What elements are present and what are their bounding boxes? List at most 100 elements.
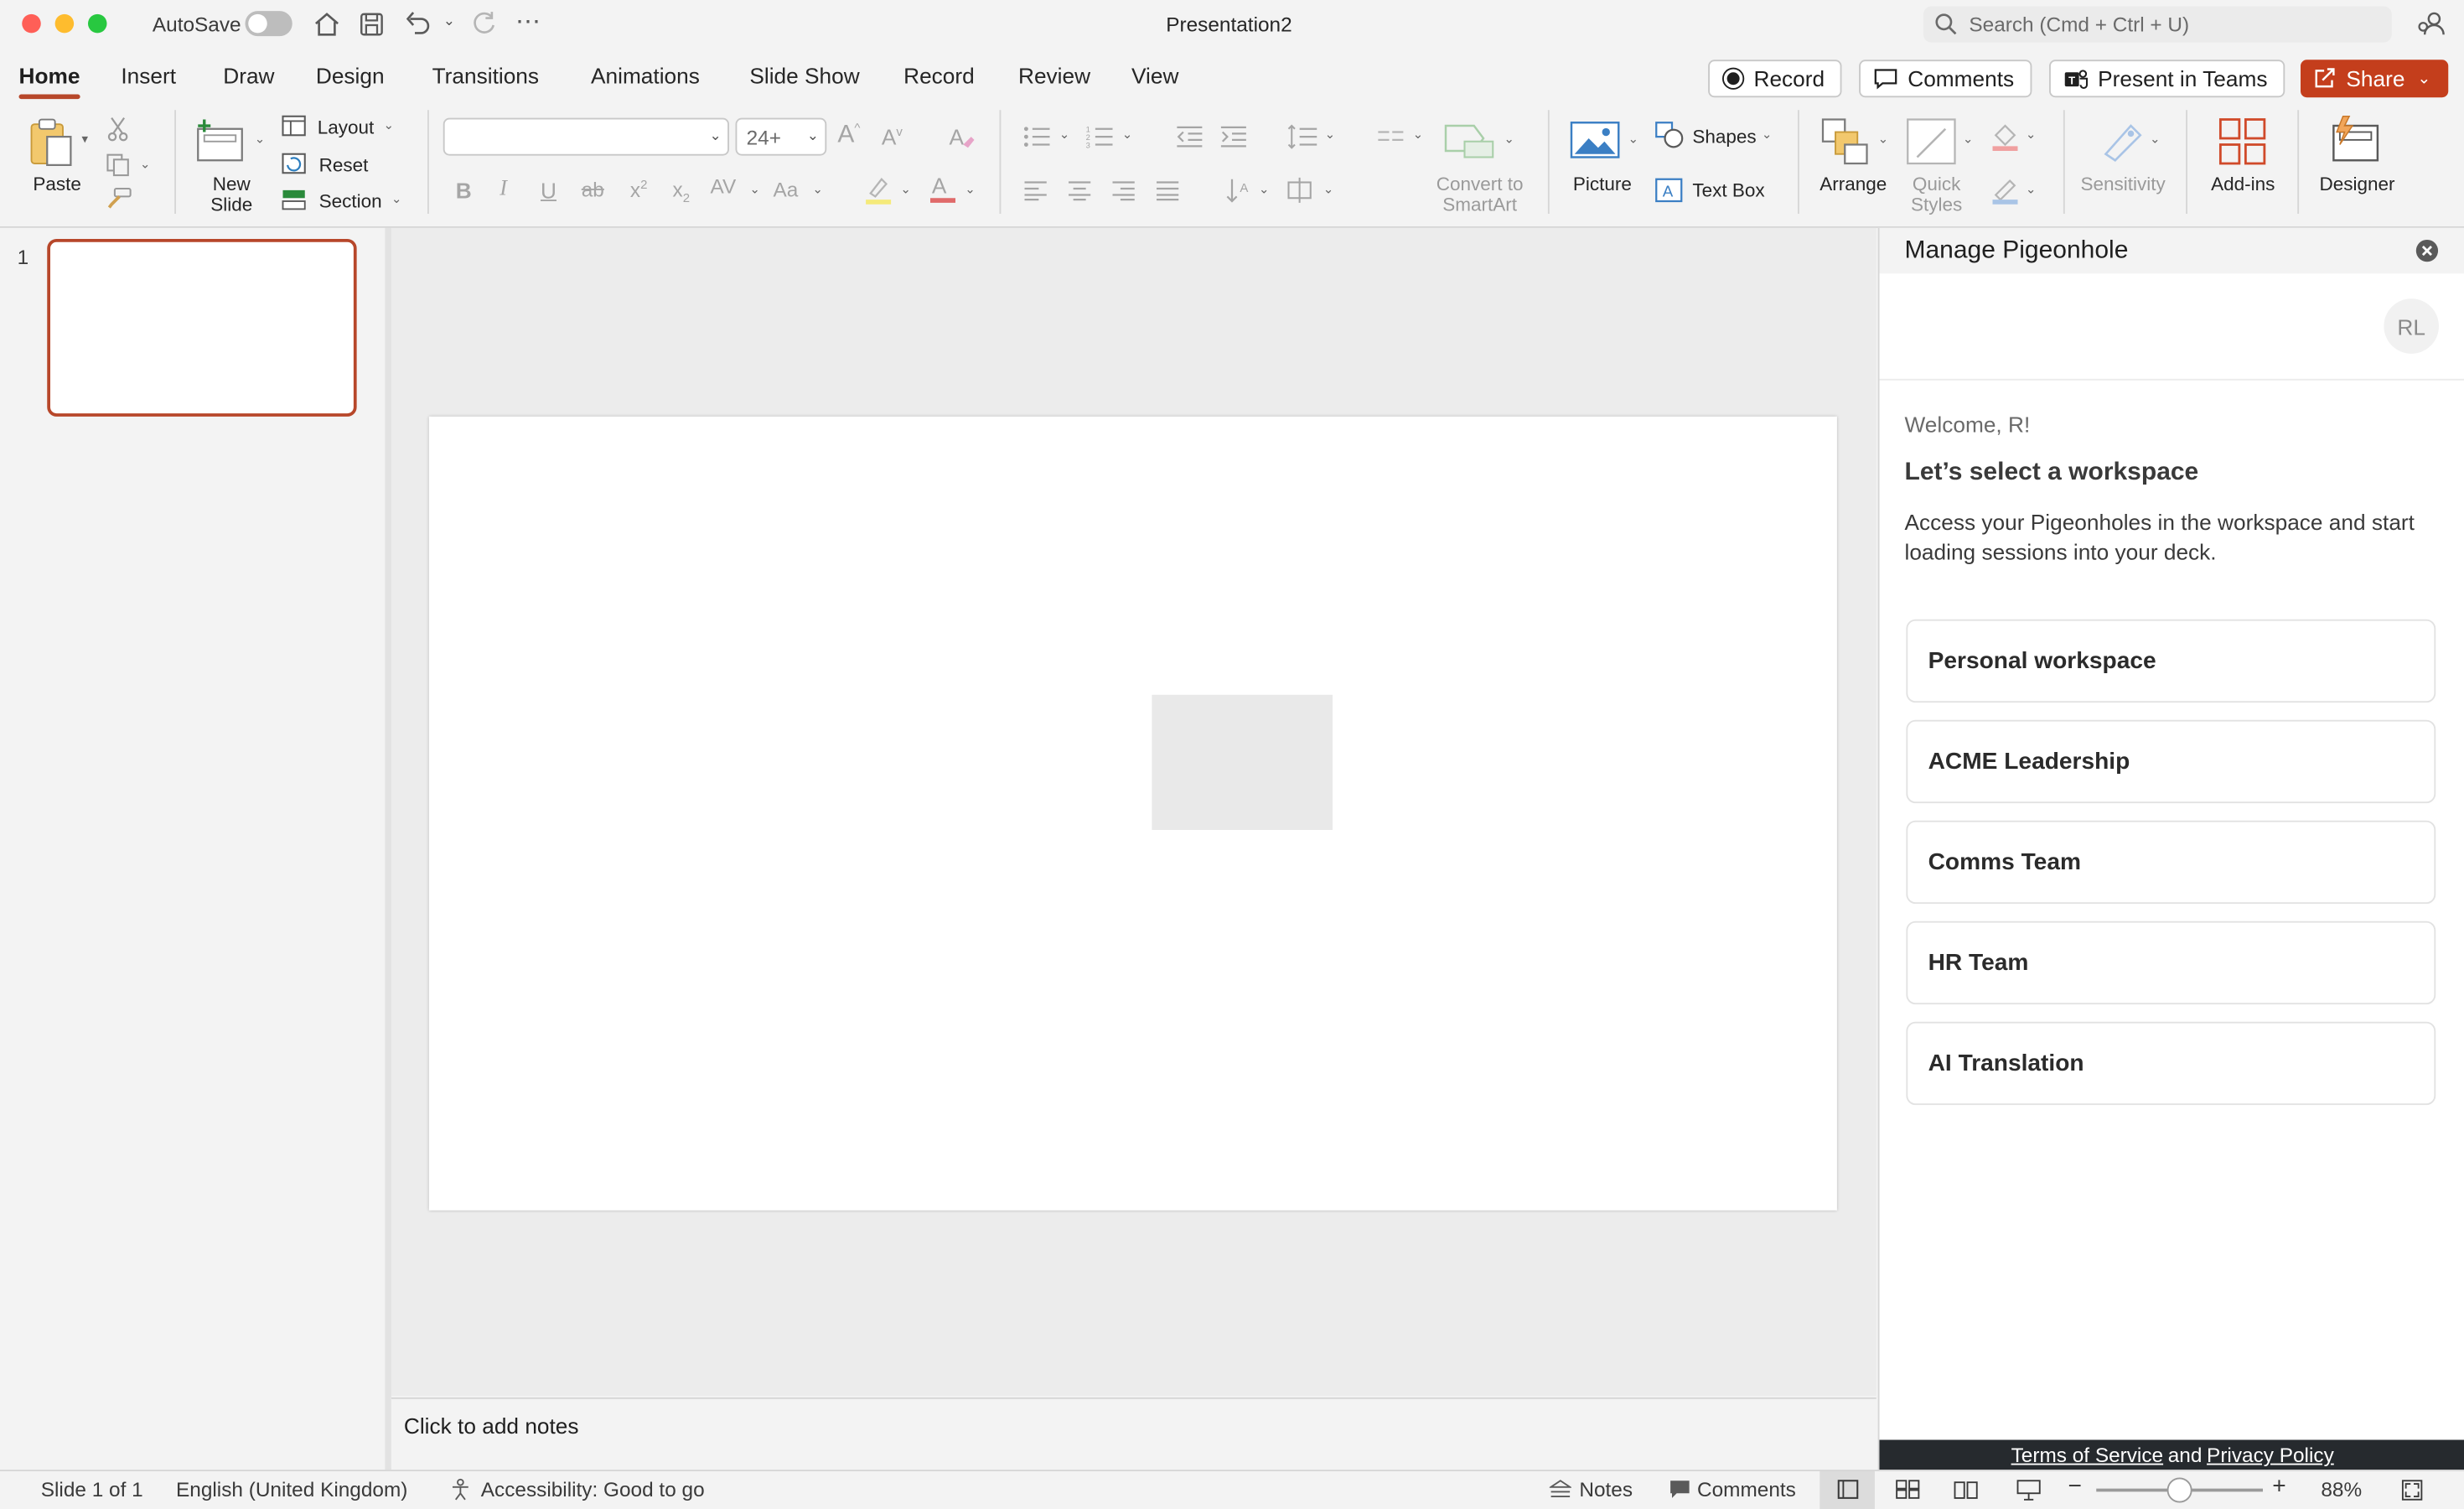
increase-font-size-icon[interactable]: A^ [837,121,860,149]
redo-icon[interactable] [470,9,499,38]
tab-animations[interactable]: Animations [591,63,700,88]
search-box[interactable]: Search (Cmd + Ctrl + U) [1923,7,2392,43]
numbering-dropdown-icon[interactable]: ⌄ [1122,127,1133,142]
zoom-in-button[interactable]: + [2272,1473,2285,1500]
character-spacing-dropdown-icon[interactable]: ⌄ [749,183,760,197]
zoom-slider-thumb[interactable] [2167,1478,2192,1503]
bullets-dropdown-icon[interactable]: ⌄ [1059,127,1070,142]
arrange-dropdown-icon[interactable]: ⌄ [1878,132,1889,147]
arrange-icon[interactable] [1820,117,1870,167]
new-slide-dropdown-icon[interactable]: ⌄ [255,132,266,147]
text-direction-dropdown-icon[interactable]: ⌄ [1259,183,1270,197]
copy-dropdown-icon[interactable]: ⌄ [140,158,151,172]
shapes-dropdown-icon[interactable]: ⌄ [1762,127,1773,142]
shapes-label[interactable]: Shapes [1692,126,1756,148]
subscript-icon[interactable]: x2 [673,178,691,205]
section-dropdown-icon[interactable]: ⌄ [391,192,402,206]
section-icon[interactable] [282,189,307,210]
normal-view-button[interactable] [1820,1471,1875,1509]
layout-icon[interactable] [282,115,307,137]
save-icon[interactable] [359,11,386,38]
zoom-out-button[interactable]: − [2068,1473,2082,1500]
share-button[interactable]: Share ⌄ [2301,60,2448,97]
home-icon[interactable] [313,11,341,38]
language-status[interactable]: English (United Kingdom) [176,1478,407,1501]
character-spacing-icon[interactable]: AV [711,174,737,198]
close-window-button[interactable] [22,14,41,34]
tab-record[interactable]: Record [903,63,975,88]
align-left-icon[interactable] [1023,179,1048,201]
avatar[interactable]: RL [2384,298,2439,354]
layout-label[interactable]: Layout [318,117,375,138]
italic-icon[interactable]: I [500,178,507,203]
close-pane-icon[interactable] [2415,239,2439,262]
workspace-item-personal[interactable]: Personal workspace [1906,620,2436,703]
bullets-icon[interactable] [1023,124,1052,149]
paste-icon[interactable] [27,117,80,170]
decrease-font-size-icon[interactable]: Av [882,124,903,149]
underline-icon[interactable]: U [541,178,556,203]
decrease-indent-icon[interactable] [1176,124,1204,149]
highlight-dropdown-icon[interactable]: ⌄ [900,183,911,197]
undo-dropdown-icon[interactable]: ⌄ [443,13,455,30]
justify-icon[interactable] [1155,179,1180,201]
record-button[interactable]: Record [1708,60,1841,97]
privacy-policy-link[interactable]: Privacy Policy [2207,1443,2334,1466]
workspace-item-comms-team[interactable]: Comms Team [1906,821,2436,904]
notes-pane[interactable]: Click to add notes [391,1398,1876,1468]
slide-thumbnail[interactable] [47,239,356,417]
tab-design[interactable]: Design [316,63,385,88]
workspace-item-acme-leadership[interactable]: ACME Leadership [1906,720,2436,803]
quick-styles-dropdown-icon[interactable]: ⌄ [1963,132,1974,147]
designer-icon[interactable] [2327,113,2384,167]
minimize-window-button[interactable] [55,14,75,34]
zoom-slider[interactable] [2096,1489,2263,1492]
workspace-item-hr-team[interactable]: HR Team [1906,921,2436,1004]
tab-slide-show[interactable]: Slide Show [749,63,859,88]
workspace-item-ai-translation[interactable]: AI Translation [1906,1022,2436,1105]
shapes-icon[interactable] [1654,121,1686,149]
align-right-icon[interactable] [1111,179,1136,201]
slide-show-view-icon[interactable] [2016,1479,2042,1501]
shape-outline-icon[interactable] [1990,174,2021,206]
comments-toggle[interactable]: Comments [1697,1478,1796,1501]
tab-insert[interactable]: Insert [121,63,176,88]
picture-dropdown-icon[interactable]: ⌄ [1628,132,1639,147]
tab-transitions[interactable]: Transitions [432,63,539,88]
layout-dropdown-icon[interactable]: ⌄ [384,118,395,132]
maximize-window-button[interactable] [88,14,107,34]
increase-indent-icon[interactable] [1219,124,1248,149]
convert-smartart-dropdown-icon[interactable]: ⌄ [1504,132,1514,147]
add-ins-icon[interactable] [2218,117,2268,167]
slide-sorter-view-icon[interactable] [1895,1479,1920,1499]
section-label[interactable]: Section [319,190,382,212]
shape-fill-dropdown-icon[interactable]: ⌄ [2026,127,2037,142]
new-slide-icon[interactable] [195,117,249,163]
quick-styles-icon[interactable] [1905,117,1959,167]
sensitivity-dropdown-icon[interactable]: ⌄ [2150,132,2161,147]
text-box-icon[interactable]: A [1654,178,1683,203]
picture-icon[interactable] [1570,120,1620,161]
comments-button[interactable]: Comments [1859,60,2032,97]
convert-smartart-icon[interactable] [1442,120,1496,164]
notes-toggle[interactable]: Notes [1579,1478,1633,1501]
text-direction-icon[interactable]: A [1224,176,1256,205]
change-case-dropdown-icon[interactable]: ⌄ [812,183,823,197]
paste-dropdown-icon[interactable]: ▾ [82,132,89,147]
cut-icon[interactable] [107,117,129,142]
columns-dropdown-icon[interactable]: ⌄ [1413,127,1424,142]
reset-label[interactable]: Reset [319,154,369,176]
accessibility-status[interactable]: Accessibility: Good to go [481,1478,705,1501]
columns-icon[interactable] [1377,127,1405,147]
slide-canvas[interactable] [429,417,1837,1211]
more-options-icon[interactable]: ⋯ [515,7,542,39]
align-center-icon[interactable] [1067,179,1092,201]
align-text-icon[interactable] [1286,176,1317,205]
reset-icon[interactable] [282,153,307,174]
zoom-level[interactable]: 88% [2321,1478,2362,1501]
font-color-icon[interactable]: A [929,173,957,205]
shape-outline-dropdown-icon[interactable]: ⌄ [2026,183,2037,197]
autosave-toggle[interactable] [246,11,292,36]
font-color-dropdown-icon[interactable]: ⌄ [965,183,976,197]
font-size-select[interactable]: 24+ ⌄ [736,118,827,156]
